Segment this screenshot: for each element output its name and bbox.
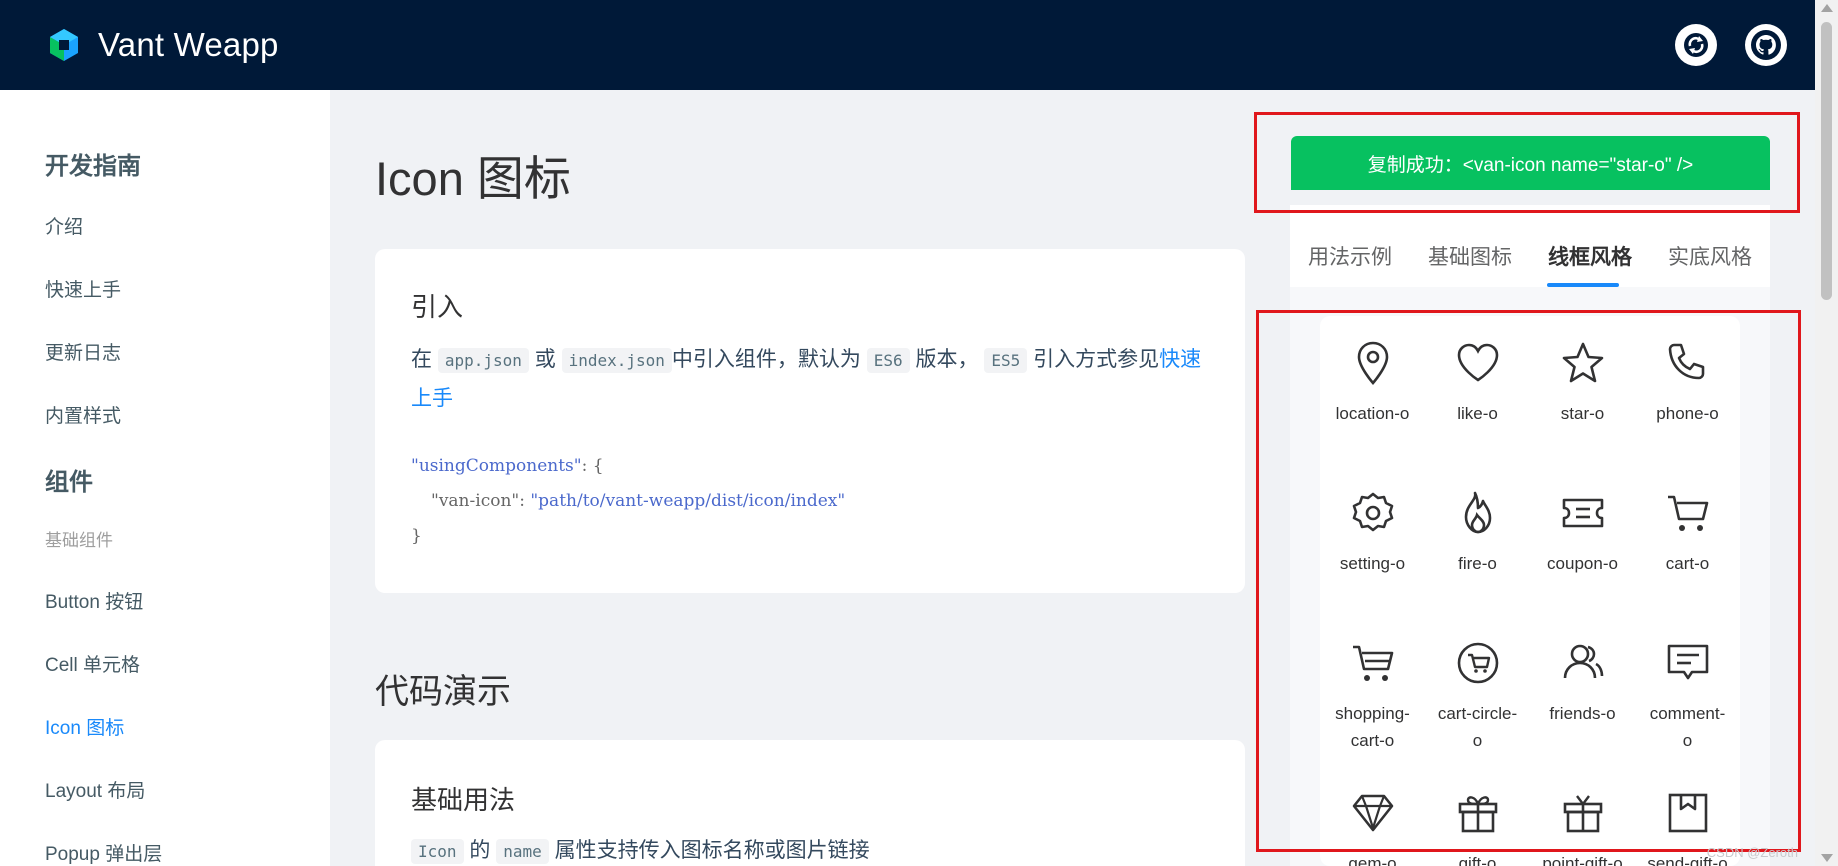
active-tab-indicator xyxy=(1547,283,1619,287)
sidebar-item-popup[interactable]: Popup 弹出层 xyxy=(45,839,162,866)
sidebar-item-layout[interactable]: Layout 布局 xyxy=(45,776,145,803)
tab-usage[interactable]: 用法示例 xyxy=(1308,241,1392,271)
sidebar-item-cell[interactable]: Cell 单元格 xyxy=(45,650,140,677)
tab-outline[interactable]: 线框风格 xyxy=(1548,241,1632,271)
scroll-down-arrow-icon[interactable] xyxy=(1821,854,1833,862)
intro-paragraph: 在 app.json 或 index.json 中引入组件，默认为 ES6 版本，… xyxy=(411,348,1202,410)
refresh-icon[interactable] xyxy=(1675,24,1717,66)
code-index-json: index.json xyxy=(561,348,672,373)
demo-paragraph: Icon 的 name 属性支持传入图标名称或图片链接 xyxy=(411,832,870,866)
demo-card-title: 基础用法 xyxy=(411,785,516,815)
sidebar-item-icon[interactable]: Icon 图标 xyxy=(45,713,124,740)
top-header: Vant Weapp xyxy=(0,0,1815,90)
simulator-tabs: 用法示例 基础图标 线框风格 实底风格 xyxy=(1290,205,1770,287)
code-app-json: app.json xyxy=(437,348,529,373)
sidebar-subgroup-basic: 基础组件 xyxy=(45,531,113,550)
sidebar-item-builtin-style[interactable]: 内置样式 xyxy=(45,401,121,428)
tab-basic-icons[interactable]: 基础图标 xyxy=(1428,241,1512,271)
sidebar-item-changelog[interactable]: 更新日志 xyxy=(45,338,121,365)
sidebar-item-quickstart[interactable]: 快速上手 xyxy=(45,275,121,302)
sidebar-nav: 开发指南 介绍 快速上手 更新日志 内置样式 组件 基础组件 Button 按钮… xyxy=(0,90,330,866)
section-title-demo: 代码演示 xyxy=(375,673,511,711)
sidebar-group-guide: 开发指南 xyxy=(45,153,141,180)
intro-card-title: 引入 xyxy=(411,292,464,322)
code-es6: ES6 xyxy=(866,348,910,373)
code-name: name xyxy=(496,839,549,864)
intro-card: 引入 在 app.json 或 index.json 中引入组件，默认为 ES6 … xyxy=(375,249,1245,593)
code-snippet: "usingComponents": { "van-icon": "path/t… xyxy=(411,456,846,546)
page-title: Icon 图标 xyxy=(375,152,571,205)
highlight-box-toast xyxy=(1254,112,1800,213)
code-es5: ES5 xyxy=(984,348,1028,373)
tab-filled[interactable]: 实底风格 xyxy=(1668,241,1752,271)
github-icon[interactable] xyxy=(1745,24,1787,66)
watermark: CSDN @Zeroth xyxy=(1706,845,1798,860)
scroll-up-arrow-icon[interactable] xyxy=(1821,4,1833,12)
scroll-thumb[interactable] xyxy=(1821,22,1832,300)
app-title: Vant Weapp xyxy=(98,26,279,63)
sidebar-group-components: 组件 xyxy=(45,469,93,496)
sidebar-item-button[interactable]: Button 按钮 xyxy=(45,587,143,614)
sidebar-item-intro[interactable]: 介绍 xyxy=(45,212,83,239)
logo[interactable]: Vant Weapp xyxy=(46,26,279,64)
demo-card: 基础用法 Icon 的 name 属性支持传入图标名称或图片链接 xyxy=(375,740,1245,866)
vant-logo-icon xyxy=(50,29,78,61)
code-icon: Icon xyxy=(411,839,464,864)
highlight-box-icons xyxy=(1256,310,1801,852)
page-scrollbar[interactable] xyxy=(1815,0,1838,866)
